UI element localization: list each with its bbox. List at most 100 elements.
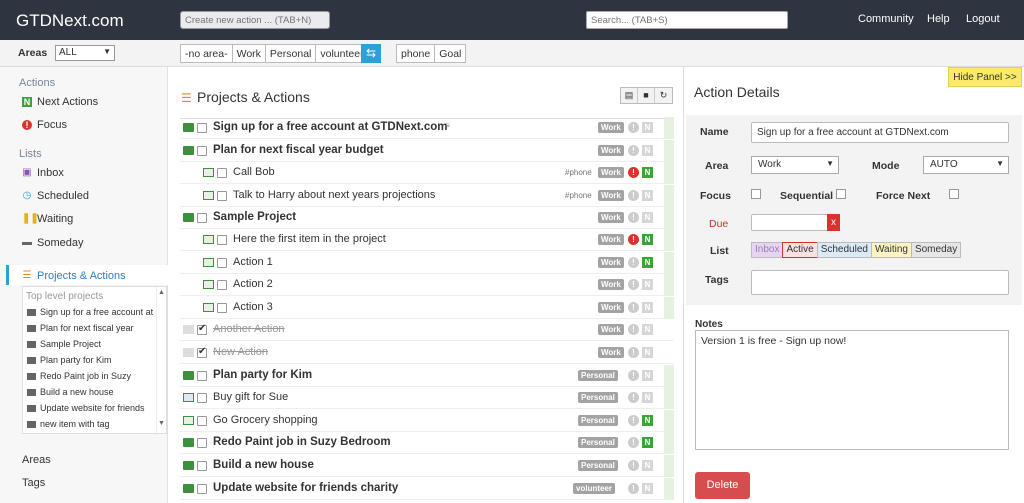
area-tag[interactable]: Work	[598, 167, 624, 178]
list-option-waiting[interactable]: Waiting	[870, 242, 912, 258]
table-row[interactable]: Sign up for a free account at GTDNext.co…	[180, 117, 674, 139]
area-select[interactable]: Work ▼	[751, 156, 839, 174]
table-row[interactable]: Another Action Work!N	[180, 319, 674, 341]
table-row[interactable]: Plan party for Kim Personal! N	[180, 365, 674, 387]
row-checkbox[interactable]	[197, 371, 207, 381]
project-list-item[interactable]: Sample Project	[27, 339, 157, 349]
focus-icon[interactable]: !	[628, 167, 639, 178]
row-title[interactable]: Action 3	[233, 301, 273, 313]
next-action-icon[interactable]: N	[642, 212, 653, 223]
focus-icon[interactable]: !	[628, 415, 639, 426]
row-checkbox[interactable]	[217, 303, 227, 313]
row-checkbox[interactable]	[217, 235, 227, 245]
next-action-icon[interactable]: N	[642, 190, 653, 201]
row-title[interactable]: Redo Paint job in Suzy Bedroom	[213, 436, 391, 448]
next-action-icon[interactable]: N	[642, 145, 653, 156]
project-list-item[interactable]: Plan for next fiscal year	[27, 323, 157, 333]
shuffle-icon[interactable]: ⇆	[361, 44, 381, 63]
focus-checkbox[interactable]	[751, 189, 761, 199]
sidebar-item-areas[interactable]: Areas	[22, 454, 51, 466]
area-tab-volunteer[interactable]: volunteer	[316, 45, 367, 62]
area-tag[interactable]: Work	[598, 234, 624, 245]
row-title[interactable]: Another Action	[213, 323, 285, 335]
table-row[interactable]: Go Grocery shopping Personal! N	[180, 410, 674, 432]
area-tag[interactable]: Personal	[578, 415, 618, 426]
tags-input[interactable]	[751, 270, 1009, 295]
force-next-checkbox[interactable]	[949, 189, 959, 199]
focus-icon[interactable]: !	[628, 370, 639, 381]
note-icon[interactable]: ≡	[445, 121, 450, 130]
row-checkbox[interactable]	[197, 146, 207, 156]
row-checkbox[interactable]	[197, 393, 207, 403]
area-tag[interactable]: Work	[598, 324, 624, 335]
area-tab-work[interactable]: Work	[233, 45, 266, 62]
next-action-icon[interactable]: N	[642, 302, 653, 313]
sidebar-item-tags[interactable]: Tags	[22, 477, 45, 489]
focus-icon[interactable]: !	[628, 257, 639, 268]
area-tag[interactable]: Work	[598, 212, 624, 223]
list-option-active[interactable]: Active	[782, 242, 818, 258]
context-tag[interactable]: #phone	[565, 168, 592, 177]
focus-icon[interactable]: !	[628, 392, 639, 403]
next-action-icon[interactable]: N	[642, 167, 653, 178]
folder-icon[interactable]: ■	[638, 88, 655, 103]
project-list-item[interactable]: Sign up for a free account at	[27, 307, 157, 317]
row-checkbox[interactable]	[217, 168, 227, 178]
sidebar-item-focus[interactable]: ! Focus	[22, 119, 67, 131]
scrollbar[interactable]: ▲ ▼	[156, 287, 166, 433]
row-checkbox[interactable]	[197, 461, 207, 471]
list-option-inbox[interactable]: Inbox	[751, 242, 784, 258]
next-action-icon[interactable]: N	[642, 437, 653, 448]
row-title[interactable]: Talk to Harry about next years projectio…	[233, 189, 435, 201]
row-title[interactable]: Here the first item in the project	[233, 233, 386, 245]
project-list-item[interactable]: Build a new house	[27, 387, 157, 397]
focus-icon[interactable]: !	[628, 122, 639, 133]
table-row[interactable]: Call Bob #phone Work! N	[180, 162, 674, 184]
area-tag[interactable]: Personal	[578, 370, 618, 381]
row-title[interactable]: Call Bob	[233, 166, 275, 178]
scroll-up-icon[interactable]: ▲	[157, 289, 166, 296]
focus-icon[interactable]: !	[628, 145, 639, 156]
table-row[interactable]: New Action Work!N	[180, 342, 674, 364]
folder-open-icon[interactable]: ▤	[621, 88, 638, 103]
brand-logo[interactable]: GTDNext.com	[16, 11, 124, 31]
next-action-icon[interactable]: N	[642, 392, 653, 403]
area-tag[interactable]: volunteer	[573, 483, 616, 494]
area-tag[interactable]: Work	[598, 190, 624, 201]
sidebar-item-scheduled[interactable]: ◷ Scheduled	[22, 190, 89, 202]
sidebar-item-someday[interactable]: ▬ Someday	[22, 237, 83, 249]
row-title[interactable]: Buy gift for Sue	[213, 391, 288, 403]
context-tab-phone[interactable]: phone	[397, 45, 436, 62]
area-tag[interactable]: Work	[598, 257, 624, 268]
area-tag[interactable]: Personal	[578, 460, 618, 471]
sidebar-item-waiting[interactable]: ❚❚ Waiting	[22, 213, 73, 225]
row-title[interactable]: New Action	[213, 346, 268, 358]
row-checkbox[interactable]	[217, 258, 227, 268]
table-row[interactable]: Action 2 Work! N	[180, 274, 674, 296]
row-title[interactable]: Sign up for a free account at GTDNext.co…	[213, 121, 448, 133]
area-tag[interactable]: Work	[598, 347, 624, 358]
next-action-icon[interactable]: N	[642, 279, 653, 290]
next-action-icon[interactable]: N	[642, 460, 653, 471]
areas-select[interactable]: ALL ▼	[55, 45, 115, 61]
area-tag[interactable]: Work	[598, 145, 624, 156]
hide-panel-button[interactable]: Hide Panel >>	[948, 67, 1022, 87]
next-action-icon[interactable]: N	[642, 257, 653, 268]
table-row[interactable]: Action 1 Work! N	[180, 252, 674, 274]
new-action-input[interactable]	[180, 11, 330, 29]
sidebar-item-next-actions[interactable]: N Next Actions	[22, 96, 98, 108]
row-checkbox[interactable]	[197, 323, 207, 335]
area-tab-no-area[interactable]: -no area-	[181, 45, 233, 62]
row-title[interactable]: Action 2	[233, 278, 273, 290]
row-checkbox[interactable]	[197, 438, 207, 448]
row-checkbox[interactable]	[197, 213, 207, 223]
focus-icon[interactable]: !	[628, 324, 639, 335]
row-checkbox[interactable]	[217, 280, 227, 290]
community-link[interactable]: Community	[858, 13, 914, 25]
context-tab-goal[interactable]: Goal	[435, 45, 465, 62]
focus-icon[interactable]: !	[628, 190, 639, 201]
table-row[interactable]: Redo Paint job in Suzy Bedroom Personal! N	[180, 432, 674, 454]
scroll-down-icon[interactable]: ▼	[157, 420, 166, 427]
row-title[interactable]: Sample Project	[213, 211, 296, 223]
row-title[interactable]: Go Grocery shopping	[213, 414, 318, 426]
